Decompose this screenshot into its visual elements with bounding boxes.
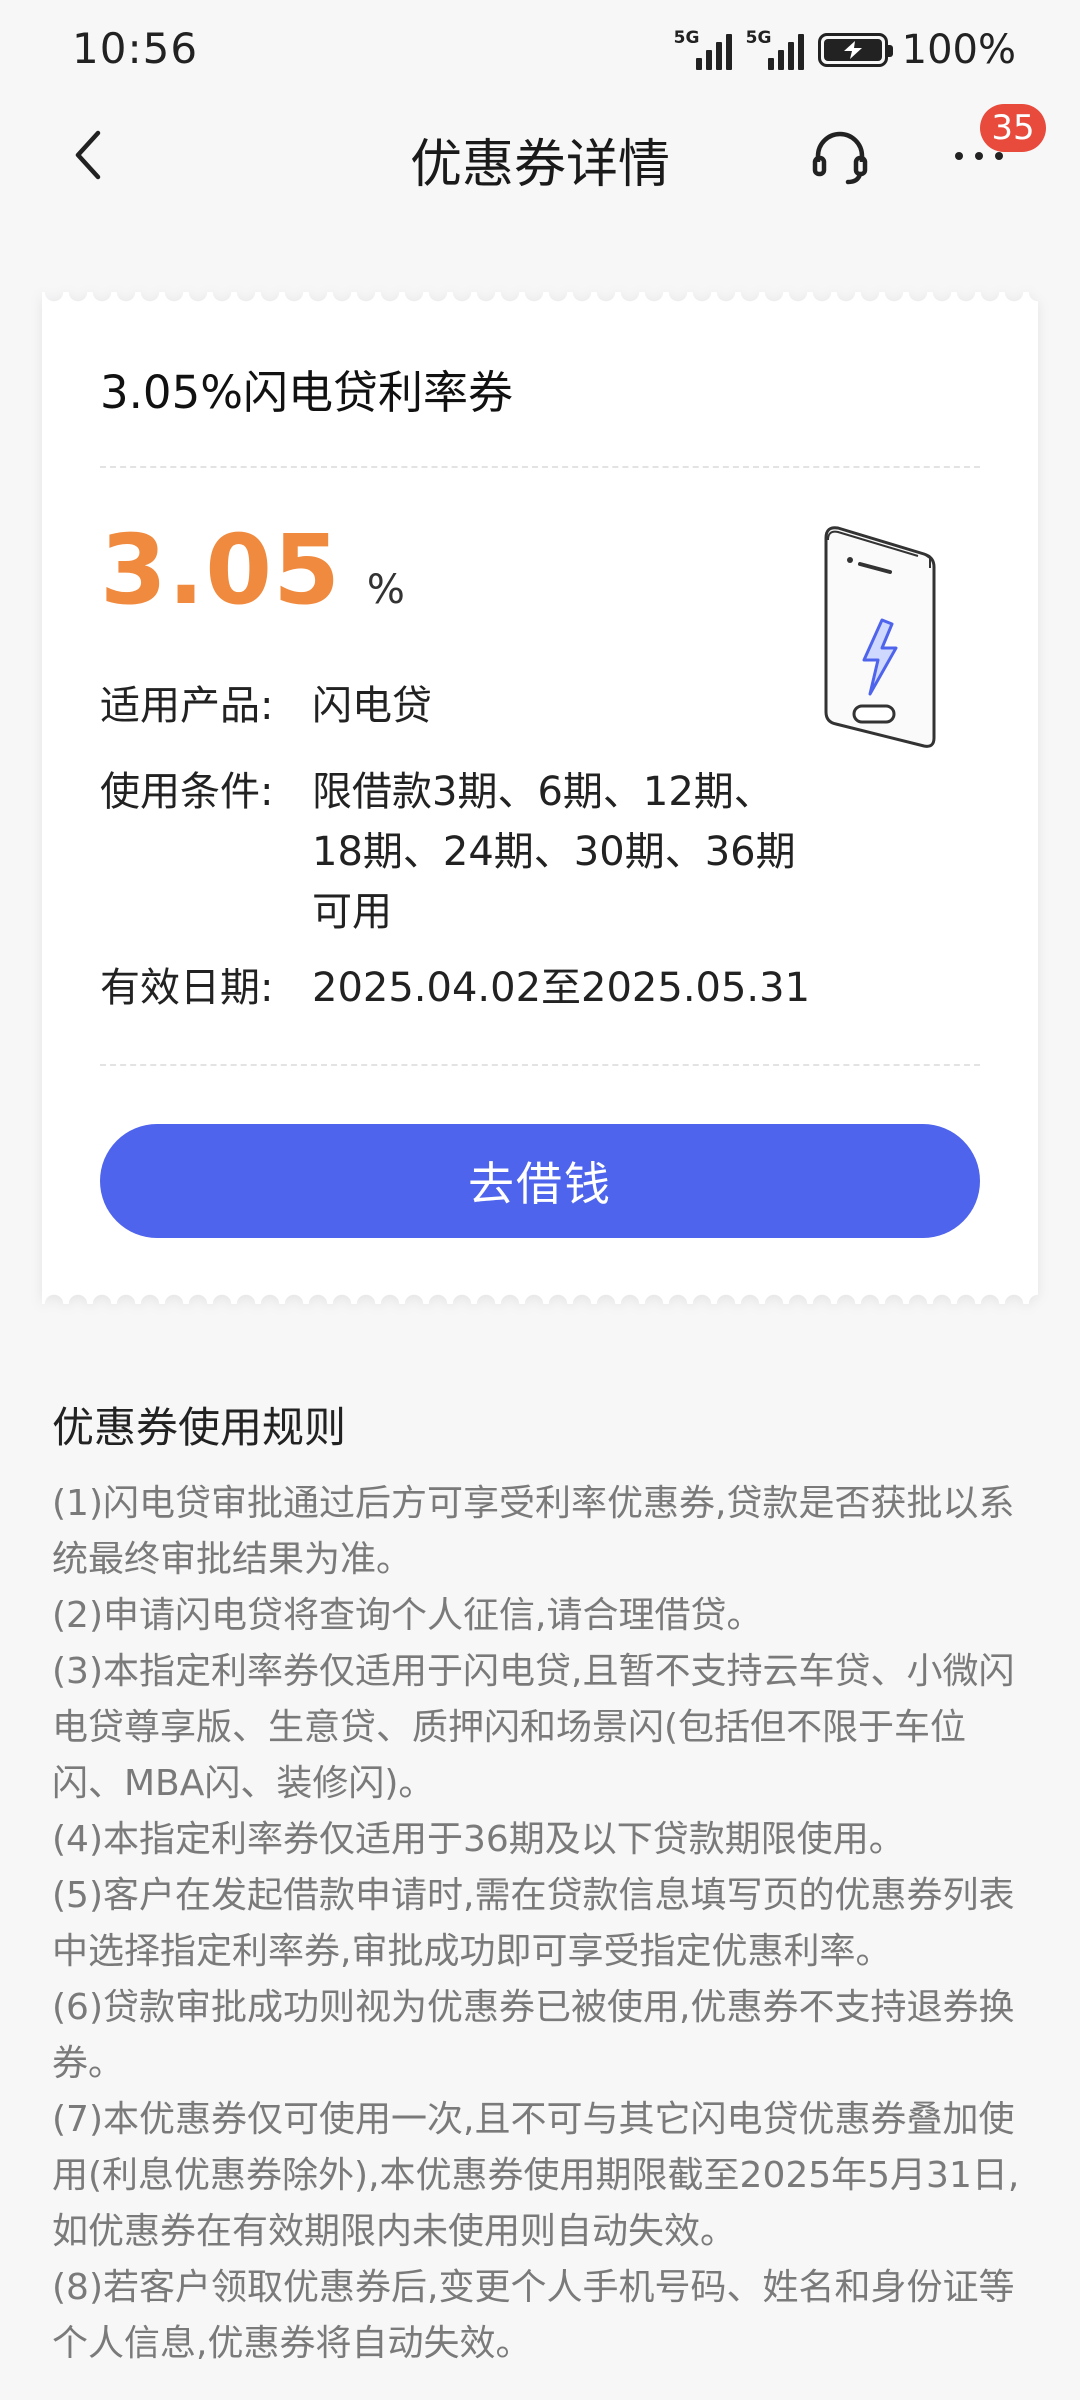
rule-item: (4)本指定利率券仅适用于36期及以下贷款期限使用。 <box>52 1819 905 1860</box>
network-type-label: 5G <box>673 28 700 48</box>
product-value: 闪电贷 <box>312 683 432 729</box>
rate-unit: % <box>366 567 405 613</box>
coupon-card: 3.05%闪电贷利率券 3.05 % 适用产品: 闪电贷 使用条件: 限借款3期… <box>42 292 1038 1304</box>
rate-display: 3.05 % <box>100 514 405 626</box>
rule-item: (1)闪电贷审批通过后方可享受利率优惠券,贷款是否获批以系统最终审批结果为准。 <box>52 1483 1015 1580</box>
rule-item: (3)本指定利率券仅适用于闪电贷,且暂不支持云车贷、小微闪电贷尊享版、生意贷、质… <box>52 1651 1015 1804</box>
battery-percent: 100% <box>901 27 1016 73</box>
rules-title: 优惠券使用规则 <box>52 1403 347 1452</box>
network-type-label-2: 5G <box>745 28 772 48</box>
validity-value: 2025.04.02至2025.05.31 <box>312 965 811 1011</box>
rules-list: (1)闪电贷审批通过后方可享受利率优惠券,贷款是否获批以系统最终审批结果为准。 … <box>52 1476 1028 2372</box>
condition-value: 限借款3期、6期、12期、18期、24期、30期、36期可用 <box>312 769 796 935</box>
phone-lightning-icon <box>824 526 936 748</box>
info-validity: 有效日期: 2025.04.02至2025.05.31 <box>100 958 962 1018</box>
divider-top <box>100 466 980 468</box>
rate-value: 3.05 <box>100 514 341 626</box>
info-product: 适用产品: 闪电贷 <box>100 676 812 736</box>
battery-icon <box>817 33 893 67</box>
customer-service-button[interactable] <box>808 124 872 188</box>
status-icons: 5G 5G 100% <box>674 26 1016 74</box>
divider-bottom <box>100 1064 980 1066</box>
condition-label: 使用条件: <box>100 769 274 815</box>
cellular-signal-icon: 5G <box>673 28 732 70</box>
rule-item: (6)贷款审批成功则视为优惠券已被使用,优惠券不支持退券换券。 <box>52 1987 1015 2084</box>
product-label: 适用产品: <box>100 683 274 729</box>
nav-bar: 优惠券详情 <box>0 100 1080 210</box>
rule-item: (7)本优惠券仅可使用一次,且不可与其它闪电贷优惠券叠加使用(利息优惠券除外),… <box>52 2099 1020 2252</box>
validity-label: 有效日期: <box>100 965 274 1011</box>
page-title: 优惠券详情 <box>409 135 670 195</box>
rule-item: (5)客户在发起借款申请时,需在贷款信息填写页的优惠券列表中选择指定利率券,审批… <box>52 1875 1015 1972</box>
more-icon <box>955 152 1003 160</box>
rule-item: (8)若客户领取优惠券后,变更个人手机号码、姓名和身份证等个人信息,优惠券将自动… <box>52 2267 1015 2364</box>
cellular-signal-icon-2: 5G <box>745 28 804 70</box>
status-bar: 10:56 5G 5G 100% <box>0 0 1080 100</box>
headset-icon <box>812 131 868 185</box>
info-condition: 使用条件: 限借款3期、6期、12期、18期、24期、30期、36期可用 <box>100 762 797 942</box>
rule-item: (2)申请闪电贷将查询个人征信,请合理借贷。 <box>52 1595 763 1636</box>
notification-badge: 35 <box>980 104 1046 152</box>
coupon-title: 3.05%闪电贷利率券 <box>100 366 513 419</box>
status-time: 10:56 <box>72 24 199 73</box>
borrow-button[interactable]: 去借钱 <box>100 1124 980 1238</box>
